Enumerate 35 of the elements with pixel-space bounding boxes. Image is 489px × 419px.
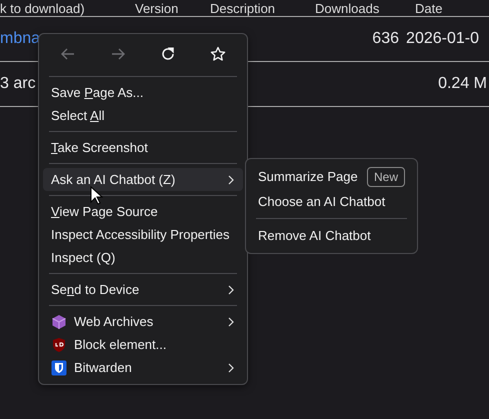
menu-item[interactable]: Remove AI Chatbot	[258, 228, 371, 243]
arrow-right-icon	[110, 46, 126, 62]
column-header: Date	[415, 0, 444, 16]
menu-item[interactable]: Summarize Page	[258, 169, 358, 184]
star-icon	[210, 46, 226, 62]
reload-icon	[160, 46, 176, 62]
chevron-right-icon	[227, 174, 235, 184]
table-cell: 0.24 M	[438, 75, 487, 93]
chevron-right-icon	[227, 284, 235, 294]
menu-item[interactable]: Ask an AI Chatbot (Z)	[43, 168, 243, 191]
menu-item[interactable]: Save Page As...	[43, 81, 243, 104]
arrow-left-icon	[60, 46, 76, 62]
column-header: k to download)	[0, 0, 86, 16]
column-header: Downloads	[315, 0, 380, 16]
menu-item[interactable]: Web Archives	[43, 310, 243, 333]
table-cell: 2026-01-0	[406, 30, 479, 48]
mouse-pointer-icon	[90, 186, 104, 206]
new-badge: New	[366, 166, 405, 186]
menu-item[interactable]: Choose an AI Chatbot	[258, 194, 386, 209]
shield-icon	[51, 360, 67, 376]
chevron-right-icon	[227, 316, 235, 326]
chevron-right-icon	[227, 362, 235, 372]
menu-item[interactable]: Select All	[43, 104, 243, 127]
column-header: Version	[135, 0, 180, 16]
menu-item[interactable]: Bitwarden	[43, 356, 243, 379]
menu-item[interactable]: Inspect (Q)	[43, 246, 243, 269]
menu-item[interactable]: Inspect Accessibility Properties	[43, 223, 243, 246]
cube-icon	[51, 314, 67, 330]
table-cell: 636	[372, 30, 399, 48]
column-header: Description	[210, 0, 276, 16]
menu-item[interactable]: Send to Device	[43, 278, 243, 301]
menu-item[interactable]: View Page Source	[43, 200, 243, 223]
shield-icon	[51, 336, 67, 352]
menu-item[interactable]: Block element...	[43, 333, 243, 356]
menu-item[interactable]: Take Screenshot	[43, 136, 243, 159]
